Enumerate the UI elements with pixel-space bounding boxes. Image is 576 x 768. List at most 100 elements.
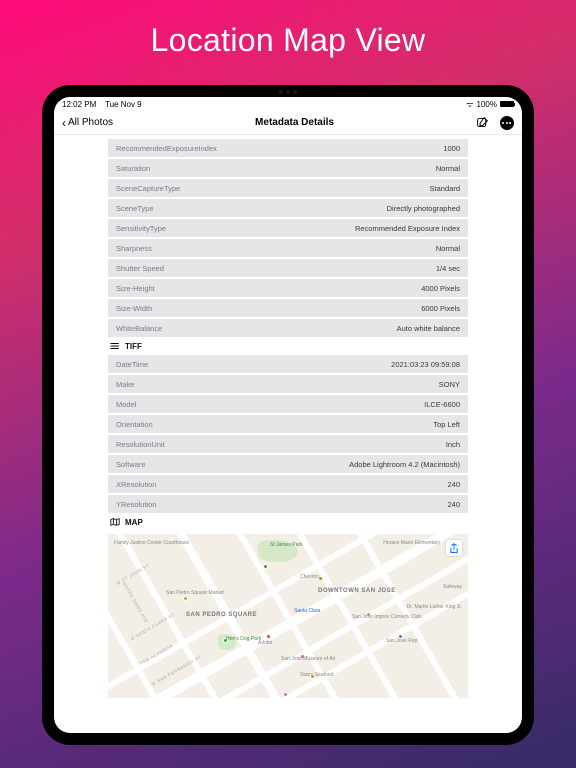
compose-icon xyxy=(476,116,489,129)
poi-label: Santa Clara xyxy=(294,608,320,614)
list-icon xyxy=(110,341,120,351)
poi-label: Family Justice Center Courthouse xyxy=(114,540,189,546)
status-time: 12:02 PM xyxy=(62,100,96,109)
exif-row[interactable]: Saturation Normal xyxy=(108,159,468,177)
metadata-key: DateTime xyxy=(116,360,148,369)
exif-row[interactable]: SceneCaptureType Standard xyxy=(108,179,468,197)
exif-row[interactable]: Size-Height4000 Pixels xyxy=(108,279,468,297)
dot-icon xyxy=(509,122,511,124)
metadata-value: Recommended Exposure Index xyxy=(355,224,460,233)
ipad-frame: 12:02 PM Tue Nov 9 ᯤ 100% ‹ All Photos M… xyxy=(42,85,534,745)
exif-row[interactable]: RecommendedExposureIndex 1000 xyxy=(108,139,468,157)
dot-icon xyxy=(502,122,504,124)
metadata-value: Top Left xyxy=(433,420,460,429)
page-title: Metadata Details xyxy=(255,117,334,128)
chevron-left-icon: ‹ xyxy=(62,117,66,129)
wifi-icon: ᯤ xyxy=(466,99,473,110)
share-icon xyxy=(449,543,459,554)
tiff-row[interactable]: XResolution 240 xyxy=(108,475,468,493)
ios-status-bar: 12:02 PM Tue Nov 9 ᯤ 100% xyxy=(54,97,522,111)
metadata-value: 2021:03:23 09:59:08 xyxy=(391,360,460,369)
poi-label: Adobe xyxy=(258,640,272,646)
map-pin[interactable] xyxy=(266,634,271,639)
district-label: DOWNTOWN SAN JOSE xyxy=(318,588,396,595)
poi-label: Chevron xyxy=(300,574,319,580)
metadata-key: Saturation xyxy=(116,164,150,173)
metadata-value: ILCE-6600 xyxy=(424,400,460,409)
exif-row[interactable]: Sharpness Normal xyxy=(108,239,468,257)
more-button[interactable] xyxy=(500,116,514,130)
map-share-button[interactable] xyxy=(446,540,462,556)
location-map[interactable]: DOWNTOWN SAN JOSE SAN PEDRO SQUARE St Ja… xyxy=(108,534,468,698)
tiff-row[interactable]: YResolution240 xyxy=(108,495,468,513)
metadata-key: Size-Width xyxy=(116,304,152,313)
metadata-value: Inch xyxy=(446,440,460,449)
metadata-value: Standard xyxy=(430,184,460,193)
metadata-key: Make xyxy=(116,380,134,389)
poi-label: Horace Mann Elementary xyxy=(383,540,440,546)
metadata-key: ResolutionUnit xyxy=(116,440,165,449)
metadata-key: XResolution xyxy=(116,480,156,489)
metadata-key: Shutter Speed xyxy=(116,264,164,273)
tiff-row[interactable]: Software Adobe Lightroom 4.2 (Macintosh) xyxy=(108,455,468,473)
metadata-value: 1000 xyxy=(443,144,460,153)
section-tiff-label: TIFF xyxy=(125,342,142,351)
tiff-row[interactable]: Model ILCE-6600 xyxy=(108,395,468,413)
tiff-row[interactable]: Orientation Top Left xyxy=(108,415,468,433)
metadata-value: 240 xyxy=(447,500,460,509)
poi-label: Dr. Martin Luther King Jr. xyxy=(407,604,462,610)
device-camera xyxy=(274,89,302,94)
compose-button[interactable] xyxy=(476,116,490,130)
metadata-key: Model xyxy=(116,400,136,409)
metadata-key: RecommendedExposureIndex xyxy=(116,144,217,153)
exif-row[interactable]: Shutter Speed 1/4 sec xyxy=(108,259,468,277)
poi-label: San Jose Rep xyxy=(386,638,417,644)
back-button[interactable]: ‹ All Photos xyxy=(62,117,113,129)
metadata-key: Orientation xyxy=(116,420,153,429)
poi-label: San Jose Museum of Art xyxy=(281,656,335,662)
exif-group: RecommendedExposureIndex 1000 Saturation No… xyxy=(108,139,468,337)
section-map-label: MAP xyxy=(125,518,143,527)
battery-icon xyxy=(500,101,514,107)
tiff-row[interactable]: Make SONY xyxy=(108,375,468,393)
metadata-value: Adobe Lightroom 4.2 (Macintosh) xyxy=(349,460,460,469)
metadata-value: SONY xyxy=(439,380,460,389)
metadata-value: Normal xyxy=(436,164,460,173)
metadata-key: SensitivityType xyxy=(116,224,166,233)
metadata-key: WhiteBalance xyxy=(116,324,162,333)
metadata-key: Sharpness xyxy=(116,244,152,253)
status-right: ᯤ 100% xyxy=(466,99,514,110)
street-label: NOTRE DAME AVE xyxy=(122,581,150,624)
nav-bar: ‹ All Photos Metadata Details xyxy=(54,111,522,135)
map-icon xyxy=(110,517,120,527)
street-label: E SANTA CLARA ST xyxy=(130,612,176,641)
map-pin[interactable] xyxy=(263,564,268,569)
status-date: Tue Nov 9 xyxy=(105,100,142,109)
metadata-key: Software xyxy=(116,460,146,469)
metadata-value: 6000 Pixels xyxy=(421,304,460,313)
status-left: 12:02 PM Tue Nov 9 xyxy=(62,100,142,109)
metadata-value: 1/4 sec xyxy=(436,264,460,273)
metadata-value: Auto white balance xyxy=(397,324,460,333)
poi-label: St James Park xyxy=(270,542,303,548)
poi-label: Hert's Dog Park xyxy=(226,636,261,642)
exif-row[interactable]: WhiteBalance Auto white balance xyxy=(108,319,468,337)
map-pin[interactable] xyxy=(283,692,288,697)
poi-label: Safeway xyxy=(443,584,462,590)
exif-row[interactable]: SensitivityType Recommended Exposure Inde… xyxy=(108,219,468,237)
district-label: SAN PEDRO SQUARE xyxy=(186,612,257,619)
battery-text: 100% xyxy=(477,100,497,109)
scroll-content[interactable]: RecommendedExposureIndex 1000 Saturation No… xyxy=(54,135,522,733)
section-header-map: MAP xyxy=(108,517,468,527)
hero-title: Location Map View xyxy=(151,22,426,59)
metadata-value: 240 xyxy=(447,480,460,489)
metadata-value: 4000 Pixels xyxy=(421,284,460,293)
map-pin[interactable] xyxy=(183,596,188,601)
tiff-row[interactable]: ResolutionUnit Inch xyxy=(108,435,468,453)
metadata-value: Normal xyxy=(436,244,460,253)
tiff-row[interactable]: DateTime 2021:03:23 09:59:08 xyxy=(108,355,468,373)
exif-row[interactable]: Size-Width 6000 Pixels xyxy=(108,299,468,317)
poi-label: San Jose Improv Comedy Club xyxy=(352,614,421,620)
exif-row[interactable]: SceneTypeDirectly photographed xyxy=(108,199,468,217)
metadata-key: SceneCaptureType xyxy=(116,184,180,193)
